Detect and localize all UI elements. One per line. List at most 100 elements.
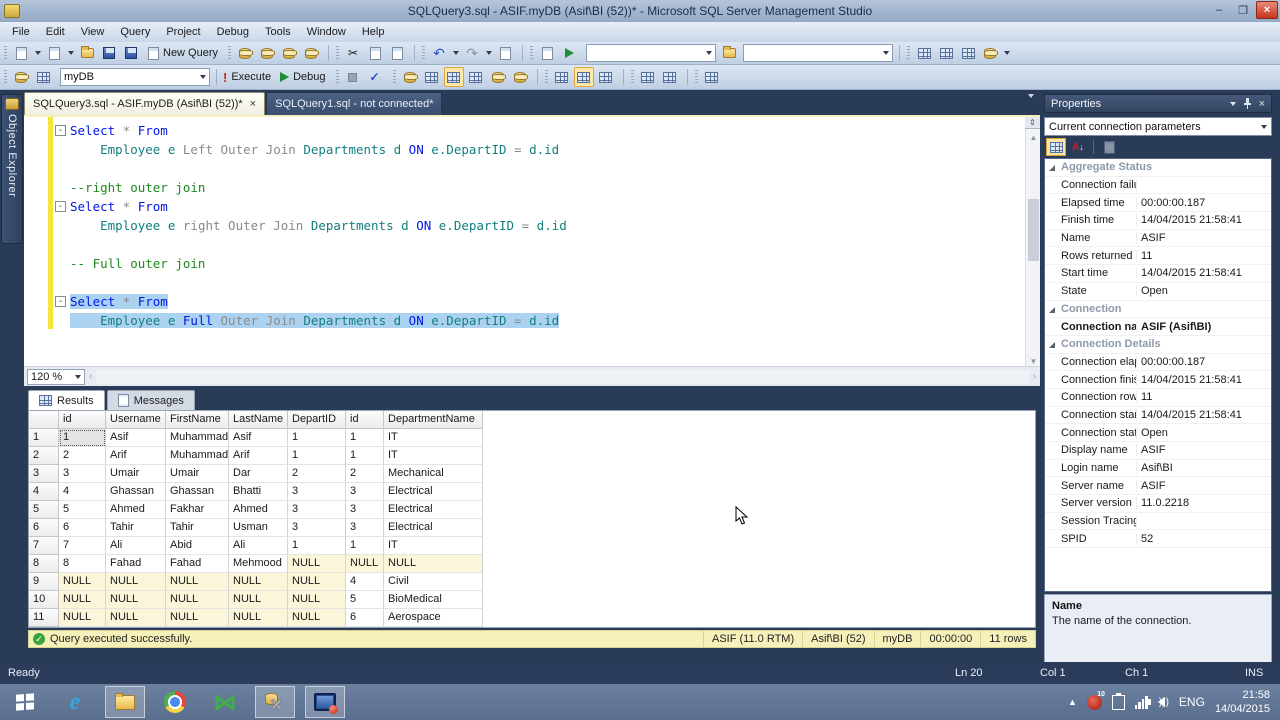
- grid-cell[interactable]: Umair: [106, 465, 166, 483]
- code-line-8[interactable]: -- Full outer join: [24, 254, 1040, 273]
- grid-cell[interactable]: Fakhar: [166, 501, 229, 519]
- code-line-11[interactable]: Employee e Full Outer Join Departments d…: [24, 311, 1040, 330]
- code-line-2[interactable]: Employee e Left Outer Join Departments d…: [24, 140, 1040, 159]
- window-position-icon[interactable]: [1229, 101, 1236, 106]
- category-expand-icon[interactable]: [1049, 306, 1055, 313]
- property-row[interactable]: Connection rows returned11: [1045, 389, 1271, 407]
- find-in-files-icon[interactable]: [914, 43, 934, 63]
- show-hidden-icons[interactable]: ▲: [1068, 697, 1077, 707]
- grid-cell[interactable]: Asif: [229, 429, 288, 447]
- grid-cell[interactable]: Tahir: [166, 519, 229, 537]
- grid-cell[interactable]: 7: [59, 537, 106, 555]
- fold-collapse-icon[interactable]: -: [55, 296, 66, 307]
- change-connection-icon[interactable]: [33, 67, 53, 87]
- code-line-3[interactable]: [24, 159, 1040, 178]
- grid-cell[interactable]: 3: [288, 501, 346, 519]
- property-value[interactable]: 52: [1137, 533, 1271, 545]
- grid-cell[interactable]: Electrical: [384, 519, 483, 537]
- redo-icon[interactable]: ↷: [462, 43, 482, 63]
- taskbar-screen-app[interactable]: [305, 686, 345, 718]
- grid-rownum[interactable]: 3: [29, 465, 59, 483]
- taskbar-chrome[interactable]: [155, 686, 195, 718]
- menu-window[interactable]: Window: [299, 23, 354, 41]
- property-row[interactable]: Server version 11.0.2218: [1045, 495, 1271, 513]
- grid-cell[interactable]: 2: [59, 447, 106, 465]
- taskbar-internet-explorer[interactable]: e: [55, 686, 95, 718]
- new-db-engine-query-icon[interactable]: [235, 43, 255, 63]
- grid-cell[interactable]: NULL: [288, 591, 346, 609]
- grid-cell[interactable]: NULL: [288, 609, 346, 627]
- grid-cell[interactable]: 3: [346, 501, 384, 519]
- properties-object-combo[interactable]: Current connection parameters: [1044, 117, 1272, 136]
- property-value[interactable]: Open: [1137, 285, 1271, 297]
- property-value[interactable]: 14/04/2015 21:58:41: [1137, 409, 1271, 421]
- property-value[interactable]: 14/04/2015 21:58:41: [1137, 374, 1271, 386]
- grid-cell[interactable]: 3: [288, 519, 346, 537]
- code-line-1[interactable]: - Select * From: [24, 121, 1040, 140]
- grid-rownum[interactable]: 2: [29, 447, 59, 465]
- grid-cell[interactable]: NULL: [106, 609, 166, 627]
- sql-editor[interactable]: - Select * From Employee e Left Outer Joi…: [24, 115, 1040, 366]
- splitter-handle-icon[interactable]: ⇕: [1025, 117, 1040, 129]
- property-row[interactable]: Start time 14/04/2015 21:58:41: [1045, 265, 1271, 283]
- grid-cell[interactable]: Fahad: [106, 555, 166, 573]
- debug-button[interactable]: Debug: [277, 70, 331, 84]
- indent-decrease-icon[interactable]: [638, 67, 658, 87]
- grid-cell[interactable]: NULL: [59, 591, 106, 609]
- results-tab-messages[interactable]: Messages: [106, 390, 195, 410]
- tab-close-icon[interactable]: ×: [250, 98, 256, 110]
- property-value[interactable]: 00:00:00.187: [1137, 197, 1271, 209]
- minimize-button[interactable]: –: [1208, 1, 1230, 19]
- grid-cell[interactable]: 3: [346, 519, 384, 537]
- grid-cell[interactable]: Fahad: [166, 555, 229, 573]
- save-icon[interactable]: [99, 43, 119, 63]
- grid-cell[interactable]: Umair: [166, 465, 229, 483]
- grid-cell[interactable]: NULL: [288, 573, 346, 591]
- grid-rownum[interactable]: 7: [29, 537, 59, 555]
- run-icon[interactable]: [559, 43, 579, 63]
- display-estimated-plan-icon[interactable]: [400, 67, 420, 87]
- scroll-right-icon[interactable]: ›: [1033, 371, 1036, 382]
- dropdown-caret-icon[interactable]: [451, 43, 460, 63]
- property-value[interactable]: 14/04/2015 21:58:41: [1137, 214, 1271, 226]
- grid-cell[interactable]: IT: [384, 537, 483, 555]
- tools-options-icon[interactable]: [958, 43, 978, 63]
- grid-cell[interactable]: NULL: [106, 591, 166, 609]
- grid-cell[interactable]: Ahmed: [106, 501, 166, 519]
- grid-cell[interactable]: Arif: [229, 447, 288, 465]
- property-row[interactable]: Display name ASIF: [1045, 442, 1271, 460]
- fold-collapse-icon[interactable]: -: [55, 201, 66, 212]
- grid-cell[interactable]: IT: [384, 447, 483, 465]
- new-mdx-query-icon[interactable]: [279, 43, 299, 63]
- tab-list-chevron-icon[interactable]: [1028, 94, 1034, 110]
- stop-icon[interactable]: [343, 67, 363, 87]
- editor-hscrollbar[interactable]: [96, 369, 1029, 384]
- grid-header-LastName[interactable]: LastName: [229, 411, 288, 429]
- specify-template-icon[interactable]: [443, 67, 464, 87]
- property-row[interactable]: Login name Asif\BI: [1045, 460, 1271, 478]
- categorized-icon[interactable]: [1046, 138, 1066, 156]
- grid-cell[interactable]: Civil: [384, 573, 483, 591]
- grid-cell[interactable]: 3: [346, 483, 384, 501]
- property-category[interactable]: Connection Details: [1045, 336, 1271, 354]
- property-category[interactable]: Aggregate Status: [1045, 159, 1271, 177]
- grid-cell[interactable]: NULL: [59, 573, 106, 591]
- property-value[interactable]: 11: [1137, 250, 1271, 262]
- property-row[interactable]: Elapsed time 00:00:00.187: [1045, 194, 1271, 213]
- new-window-icon[interactable]: [936, 43, 956, 63]
- database-combo[interactable]: myDB: [60, 68, 210, 86]
- results-grid[interactable]: id Username FirstName LastName DepartID id Dep…: [28, 410, 1036, 628]
- property-row[interactable]: SPID 52: [1045, 530, 1271, 549]
- property-row[interactable]: Connection nameASIF (Asif\BI): [1045, 318, 1271, 336]
- grid-header-DepartID[interactable]: DepartID: [288, 411, 346, 429]
- grid-cell[interactable]: Dar: [229, 465, 288, 483]
- properties-titlebar[interactable]: Properties ×: [1044, 94, 1272, 113]
- property-value[interactable]: 11: [1137, 391, 1271, 403]
- menu-project[interactable]: Project: [158, 23, 208, 41]
- property-value[interactable]: ASIF: [1137, 444, 1271, 456]
- grid-cell[interactable]: NULL: [166, 609, 229, 627]
- undo-icon[interactable]: ↶: [429, 43, 449, 63]
- new-doc-icon[interactable]: [11, 43, 31, 63]
- scroll-down-icon[interactable]: ▼: [1026, 354, 1040, 366]
- start-button[interactable]: [5, 686, 45, 718]
